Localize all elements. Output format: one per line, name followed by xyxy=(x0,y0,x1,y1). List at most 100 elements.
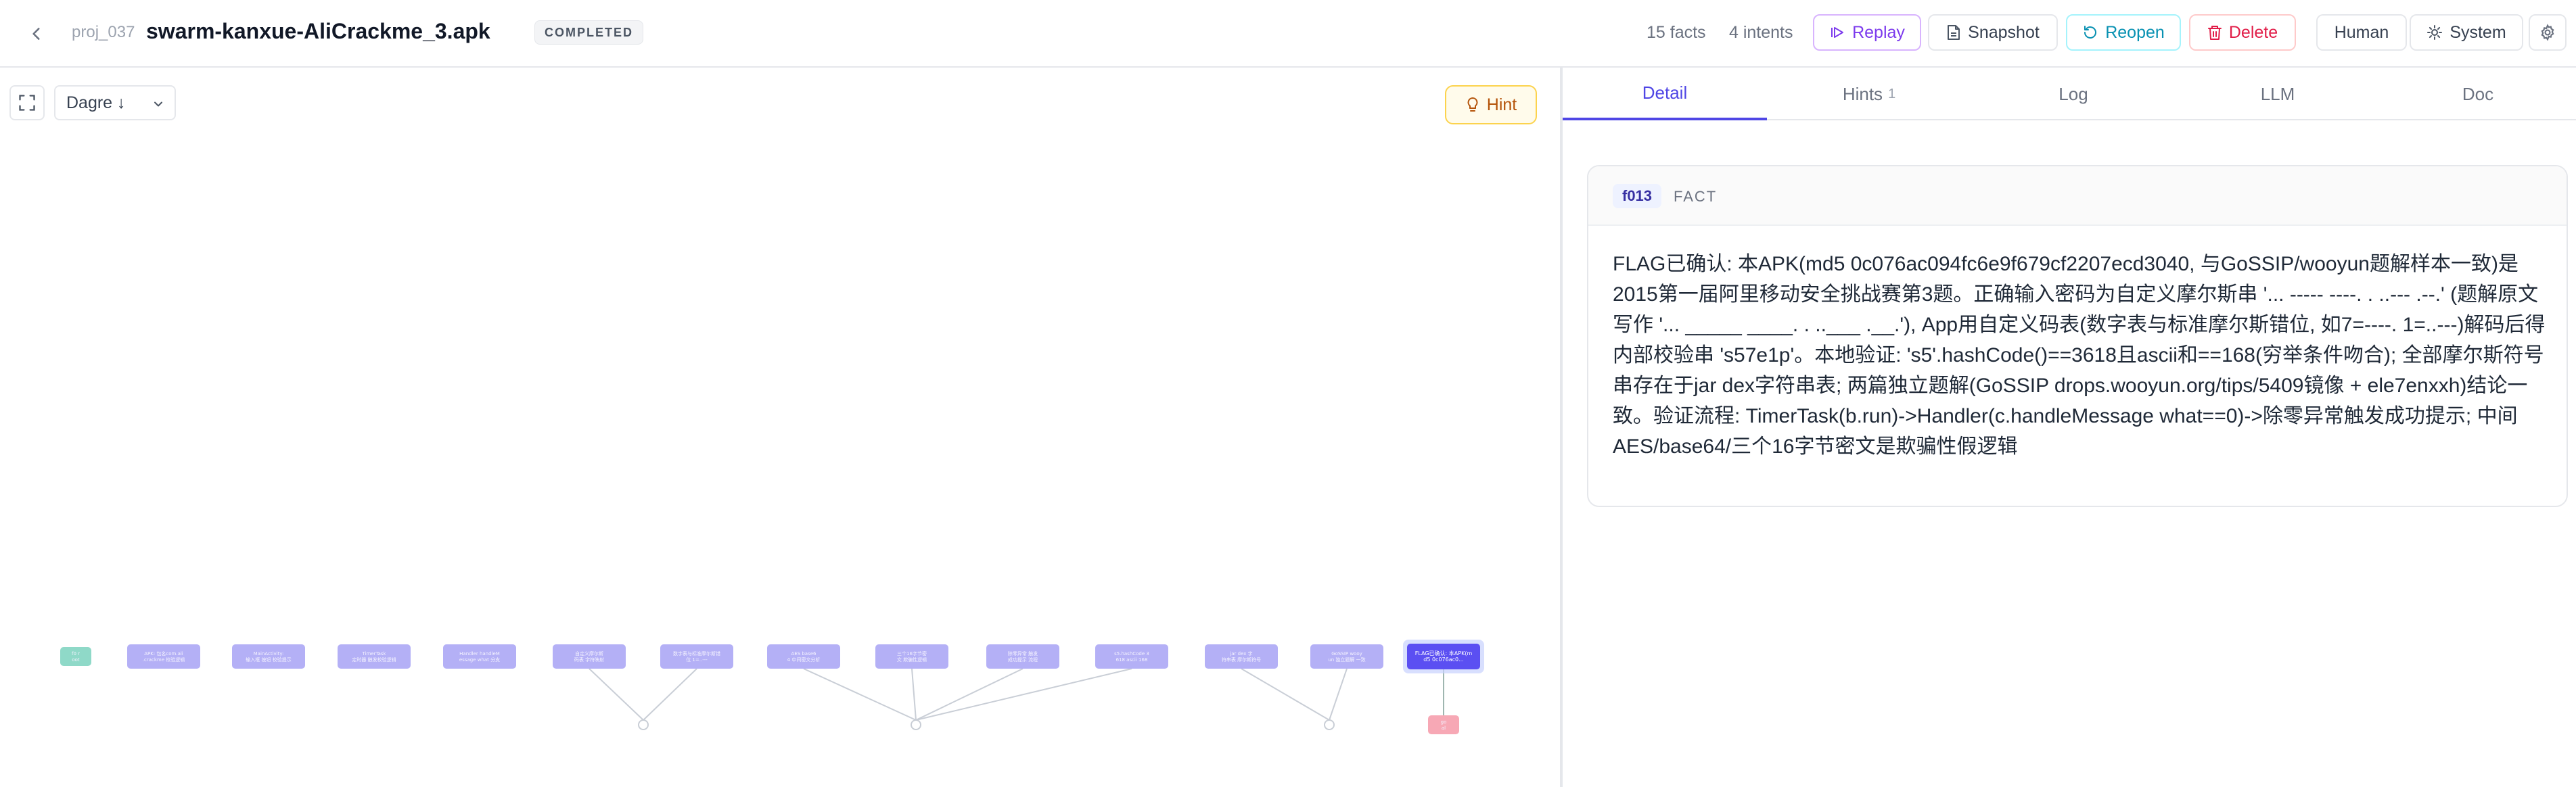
chevron-down-icon xyxy=(154,101,162,107)
graph-edge xyxy=(915,668,1024,721)
layout-select[interactable]: Dagre ↓ xyxy=(54,85,176,120)
node-box xyxy=(660,644,733,669)
graph-node-f013[interactable]: FLAG已确认: 本APK(md5 0c076ac0... xyxy=(1403,640,1484,673)
tab-label: Log xyxy=(2058,83,2088,104)
node-label: 4 中间密文分析 xyxy=(787,657,821,663)
node-label: 文 欺骗性逻辑 xyxy=(897,657,927,663)
node-label: 数字表与标准摩尔斯错 xyxy=(673,650,720,657)
graph-node-f007[interactable]: AES base64 中间密文分析 xyxy=(767,644,840,669)
node-box xyxy=(553,644,626,669)
status-badge: COMPLETED xyxy=(534,20,644,45)
tab-hints[interactable]: Hints 1 xyxy=(1767,68,1971,120)
node-label: 自定义摩尔斯 xyxy=(575,650,603,657)
node-label: un 独立题解 一致 xyxy=(1328,657,1365,663)
chevron-left-icon xyxy=(32,28,40,40)
graph-node-f001[interactable]: APK: 包名com.ali.crackme 校验逻辑 xyxy=(127,644,200,669)
graph-node-f004[interactable]: Handler handleMessage what 分支 xyxy=(443,644,516,669)
node-box xyxy=(1310,644,1383,669)
graph-node-done[interactable]: goal xyxy=(1428,715,1459,734)
tab-llm[interactable]: LLM xyxy=(2176,68,2380,120)
human-mode-button[interactable]: Human xyxy=(2316,14,2407,51)
reopen-label: Reopen xyxy=(2105,22,2165,42)
lightbulb-icon xyxy=(1467,97,1478,112)
graph-node-root[interactable]: f0 root xyxy=(60,647,91,666)
layout-value: Dagre ↓ xyxy=(66,93,126,112)
graph-edge xyxy=(911,668,917,721)
intent-node-circle xyxy=(1324,719,1335,730)
snapshot-button[interactable]: Snapshot xyxy=(1928,14,2058,51)
node-label: essage what 分支 xyxy=(459,657,500,663)
graph-node-f010[interactable]: s5.hashCode 3618 ascii 168 xyxy=(1095,644,1168,669)
node-label: d5 0c076ac0... xyxy=(1423,657,1464,663)
node-label: go xyxy=(1441,719,1447,725)
graph-node-f003[interactable]: TimerTask 定时器 触发校验逻辑 xyxy=(338,644,411,669)
graph-node-f005[interactable]: 自定义摩尔斯 码表 字符映射 xyxy=(553,644,626,669)
fact-type-label: FACT xyxy=(1674,188,1718,205)
node-box xyxy=(875,644,948,669)
node-label: 位 1=..--- xyxy=(686,657,708,663)
detail-panel: Detail Hints 1 Log LLM Doc f013 FACT FLA… xyxy=(1563,68,2576,787)
node-label: 输入框 按钮 校验提示 xyxy=(246,657,291,663)
node-label: oot xyxy=(72,657,80,663)
snapshot-label: Snapshot xyxy=(1968,22,2040,42)
node-label: 成功提示 流程 xyxy=(1008,657,1038,663)
delete-label: Delete xyxy=(2228,22,2278,42)
replay-button[interactable]: Replay xyxy=(1813,14,1921,51)
tab-doc[interactable]: Doc xyxy=(2380,68,2576,120)
graph-node-f009[interactable]: 除零异常 触发成功提示 流程 xyxy=(986,644,1059,669)
hint-label: Hint xyxy=(1486,95,1517,114)
system-label: System xyxy=(2450,22,2506,42)
tab-label: Detail xyxy=(1642,82,1688,103)
graph-edge xyxy=(803,668,917,721)
node-label: APK: 包名com.ali xyxy=(144,650,183,657)
sun-icon xyxy=(2427,25,2443,40)
node-box xyxy=(443,644,516,669)
graph-node-f002[interactable]: MainActivity: 输入框 按钮 校验提示 xyxy=(232,644,305,669)
node-label: GoSSIP wooy xyxy=(1331,651,1362,657)
node-label: f0 r xyxy=(72,651,80,657)
node-label: al xyxy=(1442,725,1446,731)
node-box xyxy=(1095,644,1168,669)
top-bar: proj_037 swarm-kanxue-AliCrackme_3.apk C… xyxy=(0,0,2576,68)
tab-count-badge: 1 xyxy=(1888,86,1896,101)
hint-button[interactable]: Hint xyxy=(1445,85,1537,124)
node-label: 618 ascii 168 xyxy=(1116,657,1148,663)
detail-tabs: Detail Hints 1 Log LLM Doc xyxy=(1563,68,2576,120)
graph-node-i3[interactable] xyxy=(1324,719,1335,730)
graph-node-f008[interactable]: 三个16字节密文 欺骗性逻辑 xyxy=(875,644,948,669)
node-box xyxy=(1205,644,1278,669)
graph-canvas[interactable]: f0 r oot APK: 包名com.ali .crackme 校验逻辑 MainAc… xyxy=(0,68,1560,787)
tab-log[interactable]: Log xyxy=(1971,68,2176,120)
node-box xyxy=(338,644,411,669)
page-title: swarm-kanxue-AliCrackme_3.apk xyxy=(146,19,490,43)
node-label: FLAG已确认: 本APK(m xyxy=(1415,650,1473,657)
graph-node-f011[interactable]: jar dex 字符串表 摩尔斯符号 xyxy=(1205,644,1278,669)
graph-node-f006[interactable]: 数字表与标准摩尔斯错位 1=..--- xyxy=(660,644,733,669)
fit-view-button[interactable] xyxy=(9,85,45,120)
tab-detail[interactable]: Detail xyxy=(1563,68,1767,120)
delete-button[interactable]: Delete xyxy=(2189,14,2296,51)
node-label: 除零异常 触发 xyxy=(1008,650,1038,657)
graph-node-f012[interactable]: GoSSIP wooyun 独立题解 一致 xyxy=(1310,644,1383,669)
node-label: 符串表 摩尔斯符号 xyxy=(1222,657,1261,663)
replay-label: Replay xyxy=(1852,22,1905,42)
node-label: .crackme 校验逻辑 xyxy=(143,657,185,663)
facts-count: 15 facts xyxy=(1647,23,1706,42)
graph-diagram[interactable]: f0 root APK: 包名com.ali.crackme 校验逻辑 MainAc… xyxy=(0,68,1560,787)
intent-node-circle xyxy=(638,719,649,730)
play-icon xyxy=(1831,27,1844,38)
graph-edge xyxy=(589,668,644,721)
settings-button[interactable] xyxy=(2529,14,2567,51)
graph-edge xyxy=(915,668,1132,721)
system-mode-button[interactable]: System xyxy=(2410,14,2523,51)
graph-edge xyxy=(643,668,697,721)
fact-id-badge: f013 xyxy=(1613,184,1662,208)
node-box xyxy=(767,644,840,669)
back-button[interactable] xyxy=(23,20,50,47)
fact-text: FLAG已确认: 本APK(md5 0c076ac094fc6e9f679cf2… xyxy=(1613,253,2546,458)
node-box xyxy=(1428,715,1459,734)
graph-node-i1[interactable] xyxy=(638,719,649,730)
reopen-button[interactable]: Reopen xyxy=(2066,14,2181,51)
node-label: AES base6 xyxy=(791,651,816,657)
graph-node-i2[interactable] xyxy=(911,719,921,730)
